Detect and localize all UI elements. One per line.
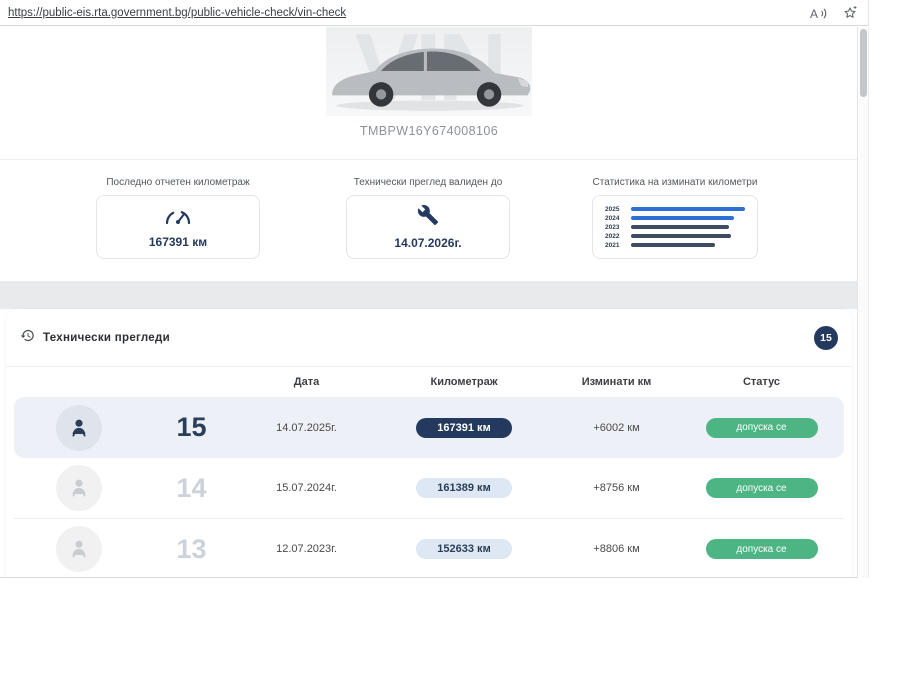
inspections-header: Технически прегледи 15 xyxy=(6,309,852,367)
vehicle-image xyxy=(318,29,542,115)
stat-card-inspection-valid: 14.07.2026г. xyxy=(346,195,510,259)
status-pill: допуска се xyxy=(706,418,818,438)
stat-card-mileage: 167391 км xyxy=(96,195,260,259)
inspection-number: 15 xyxy=(176,412,206,443)
chart-bar xyxy=(631,234,731,239)
chart-bar xyxy=(631,225,729,230)
inspections-count-badge: 15 xyxy=(814,326,838,350)
chart-row: 2022 xyxy=(605,232,745,241)
chart-row: 2021 xyxy=(605,241,745,250)
chart-year-label: 2022 xyxy=(605,233,631,240)
chart-year-label: 2023 xyxy=(605,224,631,231)
driver-avatar-icon xyxy=(56,405,102,451)
traveled-km: +6002 км xyxy=(593,422,639,434)
add-favorite-star-icon[interactable] xyxy=(842,5,858,21)
traveled-km: +8756 км xyxy=(593,482,639,494)
read-aloud-icon[interactable]: A xyxy=(810,6,828,21)
stat-value-inspection-valid: 14.07.2026г. xyxy=(394,236,461,250)
stat-label-mileage: Последно отчетен километраж xyxy=(63,177,293,188)
inspection-number: 14 xyxy=(176,473,206,504)
inspections-title: Технически прегледи xyxy=(43,332,170,344)
browser-address-bar[interactable]: https://public-eis.rta.government.bg/pub… xyxy=(0,0,869,26)
inspection-date: 14.07.2025г. xyxy=(276,422,337,434)
section-divider-band xyxy=(0,281,858,309)
history-icon xyxy=(20,328,35,348)
status-pill: допуска се xyxy=(706,539,818,559)
stat-card-km-chart: 2025 2024 2023 2022 2021 xyxy=(592,195,758,259)
chart-row: 2025 xyxy=(605,205,745,214)
table-header-status: Статус xyxy=(679,376,844,388)
table-header-mileage: Километраж xyxy=(374,376,554,388)
driver-avatar-icon xyxy=(56,465,102,511)
stat-value-mileage: 167391 км xyxy=(149,235,207,249)
chart-year-label: 2025 xyxy=(605,206,631,213)
chart-year-label: 2024 xyxy=(605,215,631,222)
table-header-row: Дата Километраж Изминати км Статус xyxy=(14,367,844,397)
vehicle-hero-section: VIN TMBPW16Y674008106 xyxy=(0,27,858,160)
chart-row: 2024 xyxy=(605,214,745,223)
stats-section: Последно отчетен километраж Технически п… xyxy=(0,160,858,281)
inspection-row[interactable]: 15 14.07.2025г. 167391 км +6002 км допус… xyxy=(14,397,844,458)
mileage-pill: 161389 км xyxy=(416,478,512,498)
inspection-date: 12.07.2023г. xyxy=(276,543,337,555)
vin-number: TMBPW16Y674008106 xyxy=(0,124,858,138)
inspection-date: 15.07.2024г. xyxy=(276,482,337,494)
inspection-row[interactable]: 13 12.07.2023г. 152633 км +8806 км допус… xyxy=(14,519,844,578)
stat-label-inspection-valid: Технически преглед валиден до xyxy=(313,177,543,188)
inspection-row[interactable]: 14 15.07.2024г. 161389 км +8756 км допус… xyxy=(14,458,844,519)
svg-text:A: A xyxy=(810,7,818,21)
chart-row: 2023 xyxy=(605,223,745,232)
traveled-km: +8806 км xyxy=(593,543,639,555)
mileage-pill: 152633 км xyxy=(416,539,512,559)
page-scrollbar[interactable] xyxy=(859,27,869,578)
table-header-traveled: Изминати км xyxy=(554,376,679,388)
chart-bar xyxy=(631,243,715,248)
driver-avatar-icon xyxy=(56,526,102,572)
stat-label-chart: Статистика на изминати километри xyxy=(560,177,790,188)
chart-bar xyxy=(631,207,745,212)
chart-bar xyxy=(631,216,734,221)
wrench-icon xyxy=(417,204,439,231)
chart-year-label: 2021 xyxy=(605,242,631,249)
status-pill: допуска се xyxy=(706,478,818,498)
mileage-pill: 167391 км xyxy=(416,418,512,438)
inspections-section: Технически прегледи 15 Дата Километраж И… xyxy=(6,309,852,578)
scrollbar-thumb[interactable] xyxy=(860,29,867,97)
table-header-date: Дата xyxy=(239,376,374,388)
address-bar-url[interactable]: https://public-eis.rta.government.bg/pub… xyxy=(8,7,346,19)
page-viewport: VIN TMBPW16Y674008106 Последно отчетен к… xyxy=(0,27,858,578)
inspection-number: 13 xyxy=(176,534,206,565)
speedometer-icon xyxy=(163,205,193,230)
